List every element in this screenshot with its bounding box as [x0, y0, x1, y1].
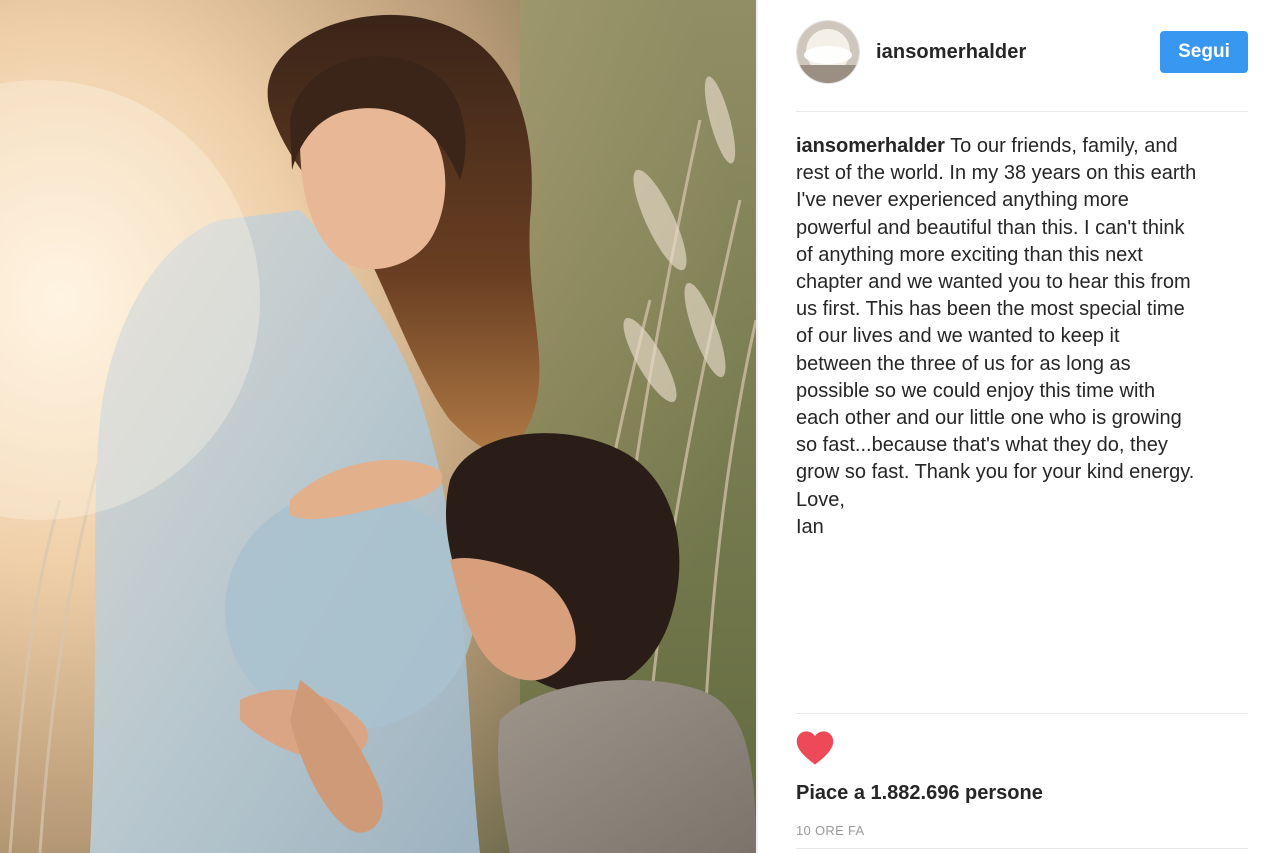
- likes-count[interactable]: Piace a 1.882.696 persone: [796, 782, 1043, 805]
- caption: iansomerhalder To our friends, family, a…: [796, 133, 1258, 541]
- divider: [796, 111, 1248, 112]
- divider: [796, 713, 1248, 714]
- caption-line: chapter and we wanted you to hear this f…: [796, 271, 1191, 294]
- caption-line: between the three of us for as long as: [796, 352, 1131, 375]
- caption-line: of anything more exciting than this next: [796, 243, 1143, 266]
- instagram-post: iansomerhalder Segui iansomerhalder To o…: [0, 0, 1280, 853]
- caption-line: grow so fast. Thank you for your kind en…: [796, 461, 1195, 484]
- follow-button[interactable]: Segui: [1160, 31, 1248, 73]
- caption-line: so fast...because that's what they do, t…: [796, 434, 1168, 457]
- caption-line: of our lives and we wanted to keep it: [796, 325, 1120, 348]
- avatar-image: [797, 21, 859, 83]
- caption-line: iansomerhalder To our friends, family, a…: [796, 133, 1258, 160]
- caption-line: each other and our little one who is gro…: [796, 407, 1182, 430]
- divider: [796, 848, 1248, 849]
- caption-line: rest of the world. In my 38 years on thi…: [796, 162, 1197, 185]
- caption-line: possible so we could enjoy this time wit…: [796, 379, 1156, 402]
- caption-text: To our friends, family, and: [944, 135, 1178, 157]
- like-button[interactable]: [796, 730, 834, 766]
- post-side-panel: iansomerhalder Segui iansomerhalder To o…: [758, 0, 1280, 853]
- post-photo[interactable]: [0, 0, 756, 853]
- caption-username[interactable]: iansomerhalder: [796, 135, 945, 157]
- caption-line: us first. This has been the most special…: [796, 298, 1185, 321]
- post-timestamp[interactable]: 10 ORE FA: [796, 823, 864, 838]
- caption-line: Ian: [796, 515, 824, 538]
- caption-line: Love,: [796, 488, 845, 511]
- caption-line: powerful and beautiful than this. I can'…: [796, 216, 1185, 239]
- caption-line: I've never experienced anything more: [796, 189, 1129, 212]
- post-header: iansomerhalder Segui: [796, 20, 1248, 84]
- avatar[interactable]: [796, 20, 860, 84]
- heart-icon: [796, 731, 834, 765]
- username[interactable]: iansomerhalder: [876, 41, 1026, 64]
- couple-maternity-photo: [0, 0, 756, 853]
